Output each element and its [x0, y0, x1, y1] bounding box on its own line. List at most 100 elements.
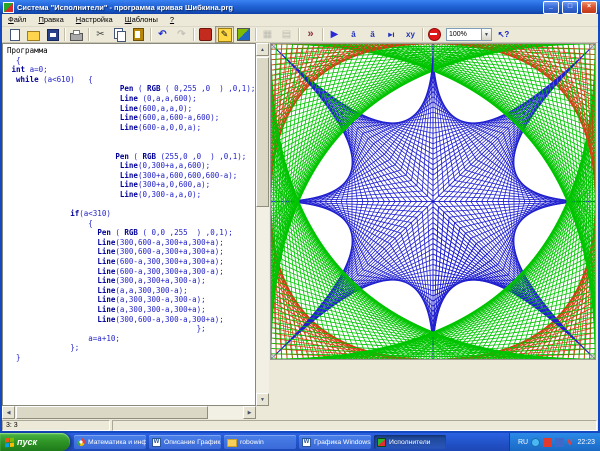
system-tray: RU V 22:23: [509, 433, 600, 451]
a2-icon: ă: [370, 31, 374, 39]
task-ispolniteli[interactable]: Исполнители: [374, 435, 446, 449]
task-label: Математика и инфо...: [88, 439, 146, 446]
tray-antivirus-icon[interactable]: V: [567, 438, 572, 447]
run-to-cursor-button[interactable]: ▸ı: [382, 26, 401, 43]
save-file-button[interactable]: [43, 26, 62, 43]
scroll-right-button[interactable]: ▶: [243, 406, 256, 419]
minimize-button[interactable]: _: [543, 1, 559, 14]
menu-item-settings[interactable]: Настройка: [70, 14, 119, 26]
a1-icon: â: [351, 31, 355, 39]
taskbar: пуск Математика и инфо...WОписание Графи…: [0, 433, 600, 451]
code-horizontal-scrollbar[interactable]: ◀ ▶: [2, 406, 256, 419]
scrollbar-corner: [256, 406, 269, 419]
vertical-scroll-thumb[interactable]: [256, 57, 269, 207]
redo-button: ↷: [172, 26, 191, 43]
status-bar: 3: 3: [2, 419, 598, 431]
zoom-select[interactable]: 100%▼: [446, 28, 492, 41]
robot-icon: [199, 28, 212, 41]
word-icon: W: [302, 438, 311, 447]
menu-item-templates[interactable]: Шаблоны: [119, 14, 164, 26]
chrome-icon: [77, 438, 85, 446]
title-bar[interactable]: Система "Исполнители" - программа кривая…: [0, 0, 600, 14]
clear-field-button[interactable]: »: [301, 26, 320, 43]
menu-item-edit[interactable]: Правка: [32, 14, 69, 26]
window-title: Система "Исполнители" - программа кривая…: [17, 3, 540, 12]
close-button[interactable]: ×: [581, 1, 597, 14]
taskbar-clock: 22:23: [575, 439, 595, 446]
tray-icon-b[interactable]: [555, 438, 564, 447]
draughtsman-executor-button[interactable]: ✎: [215, 26, 234, 43]
scroll-up-button[interactable]: ▲: [256, 43, 269, 56]
menu-item-help[interactable]: ?: [164, 14, 180, 26]
zoom-value: 100%: [446, 28, 481, 41]
run-button[interactable]: ▶: [325, 26, 344, 43]
open-file-button[interactable]: [24, 26, 43, 43]
task-label: robowin: [240, 439, 264, 446]
task-grafika[interactable]: WГрафика Windows: [299, 435, 371, 449]
step-into-button[interactable]: ă: [363, 26, 382, 43]
stop-button[interactable]: [425, 26, 444, 43]
scroll-left-button[interactable]: ◀: [2, 406, 15, 419]
robot-executor-button[interactable]: [196, 26, 215, 43]
menu-item-file[interactable]: Файл: [2, 14, 32, 26]
scissors-icon: ✂: [96, 30, 104, 40]
start-button[interactable]: пуск: [0, 433, 70, 451]
drawing-canvas: [270, 43, 596, 360]
toolbar-separator: [255, 28, 256, 41]
printer-icon: [70, 33, 83, 41]
app-icon: [377, 438, 386, 447]
task-description[interactable]: WОписание Графика ...: [149, 435, 221, 449]
code-vertical-scrollbar[interactable]: ▲ ▼: [256, 43, 269, 406]
field-window-button: ▦: [258, 26, 277, 43]
toolbar-separator: [422, 28, 423, 41]
context-help-button[interactable]: ↖?: [494, 26, 513, 43]
executor3-icon: [237, 28, 250, 41]
grid-icon: ▦: [263, 30, 272, 40]
folder-open-icon: [27, 31, 40, 41]
maximize-button[interactable]: □: [562, 1, 578, 14]
page-icon: [10, 29, 20, 41]
task-mathematics[interactable]: Математика и инфо...: [74, 435, 146, 449]
start-label: пуск: [17, 437, 37, 447]
floppy-icon: [47, 29, 59, 41]
toolbar-separator: [322, 28, 323, 41]
draughtsman-icon: ✎: [218, 28, 232, 42]
taskbar-tasks: Математика и инфо...WОписание Графика ..…: [70, 433, 446, 451]
paste-icon: [133, 28, 144, 41]
task-label: Описание Графика ...: [164, 439, 221, 446]
desktop: Система "Исполнители" - программа кривая…: [0, 0, 600, 451]
redo-icon: ↷: [177, 30, 185, 40]
xy-icon: xy: [406, 31, 415, 39]
horizontal-scroll-thumb[interactable]: [16, 406, 208, 419]
values-button[interactable]: xy: [401, 26, 420, 43]
copy-icon: [114, 28, 123, 39]
painter-executor-button[interactable]: [234, 26, 253, 43]
tray-icon-a[interactable]: [543, 438, 552, 447]
toolbar-separator: [88, 28, 89, 41]
scroll-down-button[interactable]: ▼: [256, 393, 269, 406]
word-icon: W: [152, 438, 161, 447]
help-icon: ↖?: [498, 31, 510, 39]
tray-language-icon[interactable]: [531, 438, 540, 447]
paste-button[interactable]: [129, 26, 148, 43]
step-button[interactable]: â: [344, 26, 363, 43]
windows-flag-icon: [5, 437, 14, 447]
grid2-icon: ▤: [282, 30, 291, 40]
toolbar-separator: [64, 28, 65, 41]
toolbar: ✂ ↶ ↷ ✎ ▦ ▤ » ▶ â ă ▸ı xy 100%▼ ↖?: [2, 26, 598, 43]
print-button[interactable]: [67, 26, 86, 43]
program-window-button: ▤: [277, 26, 296, 43]
undo-button[interactable]: ↶: [153, 26, 172, 43]
graphics-panel: [269, 43, 598, 419]
task-robowin[interactable]: robowin: [224, 435, 296, 449]
task-label: Исполнители: [389, 439, 430, 446]
toolbar-separator: [298, 28, 299, 41]
copy-button[interactable]: [110, 26, 129, 43]
new-file-button[interactable]: [5, 26, 24, 43]
chevron-down-icon[interactable]: ▼: [481, 28, 492, 41]
code-editor[interactable]: Программа { int a=0; while (a<610) { Pen…: [3, 44, 255, 363]
language-indicator[interactable]: RU: [518, 439, 528, 446]
app-icon: [3, 2, 14, 13]
cut-button[interactable]: ✂: [91, 26, 110, 43]
code-editor-panel[interactable]: Программа { int a=0; while (a<610) { Pen…: [2, 43, 256, 406]
